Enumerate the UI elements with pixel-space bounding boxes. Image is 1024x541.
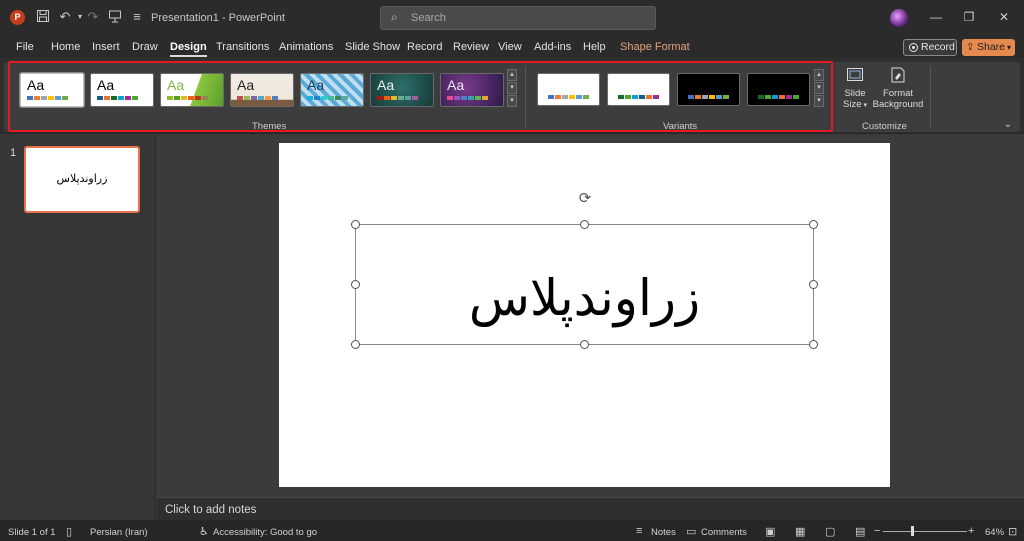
share-button-label: Share (977, 41, 1006, 53)
slide-size-icon (846, 66, 864, 84)
tab-view[interactable]: View (498, 41, 522, 53)
save-icon[interactable] (35, 9, 51, 25)
highlight-box (8, 61, 833, 132)
notes-placeholder[interactable]: Click to add notes (165, 504, 256, 516)
tab-transitions[interactable]: Transitions (216, 41, 269, 53)
comments-button[interactable]: Comments (701, 527, 747, 538)
record-icon (909, 43, 918, 52)
share-button[interactable]: ⇪ Share ▾ (962, 39, 1015, 56)
avatar[interactable] (890, 9, 908, 27)
zoom-out-icon[interactable]: − (874, 525, 880, 537)
resize-handle[interactable] (351, 220, 360, 229)
record-button-label: Record (921, 41, 955, 53)
undo-icon[interactable]: ↶ (57, 9, 73, 25)
slide-thumb-number: 1 (10, 147, 17, 159)
search-box[interactable]: ⌕ (380, 6, 656, 30)
tab-file[interactable]: File (16, 41, 34, 53)
language-indicator[interactable]: Persian (Iran) (90, 527, 148, 538)
tab-shape-format[interactable]: Shape Format (620, 41, 690, 53)
tab-help[interactable]: Help (583, 41, 606, 53)
present-from-beginning-icon[interactable] (107, 9, 123, 25)
accessibility-icon[interactable]: ♿ (199, 525, 209, 538)
resize-handle[interactable] (580, 220, 589, 229)
tab-review[interactable]: Review (453, 41, 489, 53)
resize-handle[interactable] (351, 280, 360, 289)
zoom-slider-handle[interactable] (911, 526, 914, 536)
tab-record[interactable]: Record (407, 41, 442, 53)
resize-handle[interactable] (809, 340, 818, 349)
chevron-down-icon: ▾ (1006, 43, 1011, 52)
record-button[interactable]: Record (903, 39, 957, 56)
close-icon[interactable]: ✕ (997, 10, 1011, 24)
rotate-handle-icon[interactable]: ⟳ (577, 191, 593, 207)
notes-button[interactable]: Notes (651, 527, 676, 538)
powerpoint-logo-icon: P (10, 10, 25, 25)
tab-slide-show[interactable]: Slide Show (345, 41, 400, 53)
tab-draw[interactable]: Draw (132, 41, 158, 53)
comments-icon[interactable]: ▭ (686, 525, 696, 538)
notes-pane[interactable] (157, 497, 1024, 520)
minimize-icon[interactable]: — (929, 10, 943, 24)
accessibility-status[interactable]: Accessibility: Good to go (213, 527, 317, 538)
format-background-icon (889, 66, 907, 84)
normal-view-icon[interactable]: ▣ (765, 525, 775, 538)
resize-handle[interactable] (580, 340, 589, 349)
status-bar (0, 520, 1024, 541)
tab-design[interactable]: Design (170, 41, 207, 57)
tab-insert[interactable]: Insert (92, 41, 120, 53)
collapse-ribbon-icon[interactable]: ⌄ (1000, 117, 1016, 133)
zoom-in-icon[interactable]: + (968, 525, 974, 537)
fit-slide-icon[interactable]: ⊡ (1008, 525, 1017, 538)
slide-size-label-2: Size (843, 99, 862, 110)
zoom-slider[interactable] (883, 531, 967, 532)
share-icon: ⇪ (966, 42, 975, 53)
notes-icon[interactable]: ≡ (636, 525, 642, 537)
tab-add-ins[interactable]: Add-ins (534, 41, 571, 53)
zoom-level[interactable]: 64% (985, 527, 1004, 538)
document-title: Presentation1 - PowerPoint (151, 12, 285, 24)
resize-handle[interactable] (809, 220, 818, 229)
format-background-button[interactable]: Format Background (870, 66, 926, 110)
tab-animations[interactable]: Animations (279, 41, 333, 53)
slide-counter: Slide 1 of 1 (8, 527, 56, 538)
tab-home[interactable]: Home (51, 41, 80, 53)
format-background-label: Format (882, 88, 914, 99)
slide-show-icon[interactable]: ▤ (855, 525, 865, 538)
format-background-label-2: Background (872, 99, 924, 110)
customize-group-label: Customize (862, 121, 907, 132)
group-divider (930, 66, 931, 128)
chevron-down-icon: ▾ (861, 102, 867, 109)
slide-thumbnail-text: زراوندپلاس (56, 172, 108, 185)
slide-size-button[interactable]: Slide Size ▾ (838, 66, 872, 111)
redo-icon[interactable]: ↷ (85, 9, 101, 25)
reading-view-icon[interactable]: ▢ (825, 525, 835, 538)
resize-handle[interactable] (809, 280, 818, 289)
resize-handle[interactable] (351, 340, 360, 349)
slide-thumbnail-1[interactable]: زراوندپلاس (24, 146, 140, 213)
slide-title-text[interactable]: زراوندپلاس (355, 268, 814, 328)
customize-quick-access-icon[interactable]: ≡ (129, 9, 145, 25)
search-input[interactable] (411, 10, 641, 26)
search-icon: ⌕ (391, 10, 398, 24)
restore-icon[interactable]: ❐ (962, 10, 976, 24)
slide-sorter-icon[interactable]: ▦ (795, 525, 805, 538)
spell-check-icon[interactable]: ▯ (66, 525, 72, 538)
slide-size-label: Slide (844, 88, 866, 99)
